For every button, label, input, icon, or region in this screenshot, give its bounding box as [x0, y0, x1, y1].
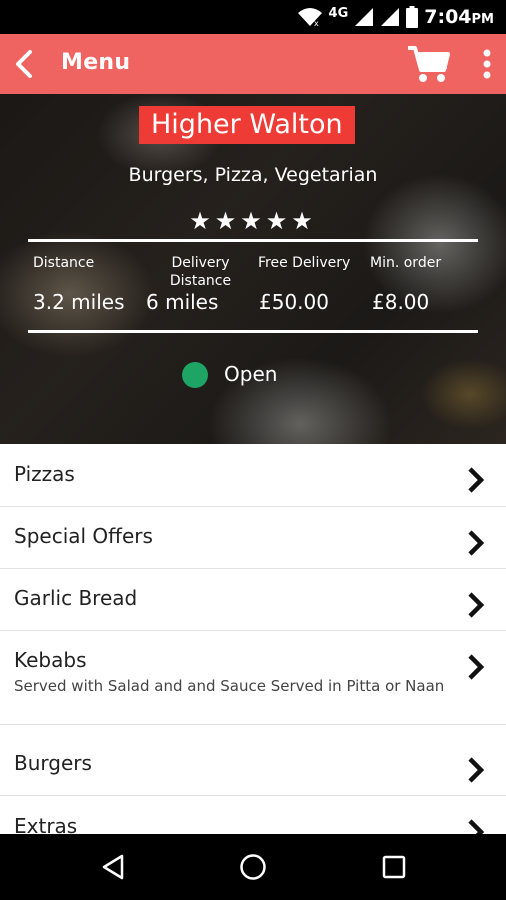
app-bar: Menu: [0, 34, 506, 94]
menu-item-label: Burgers: [14, 751, 92, 775]
network-type: 4G: [328, 5, 349, 21]
signal-icon: [381, 8, 400, 26]
more-vert-icon[interactable]: [476, 48, 498, 80]
wifi-icon: x: [297, 8, 322, 27]
menu-item-description: Served with Salad and and Sauce Served i…: [14, 677, 445, 695]
status-bar: x 4G 7:04PM: [0, 0, 506, 34]
menu-item-special-offers[interactable]: Special Offers: [0, 507, 506, 569]
stat-label-min-order: Min. order: [370, 255, 442, 271]
menu-item-extras[interactable]: Extras: [0, 796, 506, 834]
status-time: 7:04PM: [424, 6, 494, 28]
stat-label-free-delivery: Free Delivery: [258, 255, 351, 271]
restaurant-cuisine: Burgers, Pizza, Vegetarian: [128, 164, 378, 186]
chevron-right-icon: [468, 592, 485, 618]
stat-value-min-order: £8.00: [372, 290, 430, 314]
open-status-dot: [182, 362, 208, 388]
recents-square-icon[interactable]: [381, 854, 407, 880]
svg-text:x: x: [314, 19, 319, 27]
open-status-text: Open: [224, 362, 278, 386]
menu-item-pizzas[interactable]: Pizzas: [0, 444, 506, 507]
menu-item-label: Pizzas: [14, 462, 75, 486]
stat-label-delivery-distance: Delivery Distance: [169, 255, 232, 289]
signal-icon: [355, 8, 374, 26]
restaurant-header: Higher Walton Burgers, Pizza, Vegetarian…: [0, 94, 506, 444]
divider: [28, 330, 478, 333]
battery-icon: [406, 6, 419, 28]
menu-item-label: Special Offers: [14, 524, 153, 548]
cart-icon[interactable]: [406, 44, 450, 84]
restaurant-name: Higher Walton: [139, 106, 355, 144]
stat-value-delivery-distance: 6 miles: [146, 290, 219, 314]
back-triangle-icon[interactable]: [100, 853, 126, 881]
chevron-right-icon: [468, 757, 485, 783]
chevron-right-icon: [468, 530, 485, 556]
menu-item-label: Extras: [14, 814, 78, 834]
menu-item-label: Garlic Bread: [14, 586, 138, 610]
divider: [28, 239, 478, 242]
stat-value-distance: 3.2 miles: [33, 290, 125, 314]
chevron-right-icon: [468, 819, 485, 834]
menu-category-list: Pizzas Special Offers Garlic Bread Kebab…: [0, 444, 506, 834]
rating-stars: ★★★★★: [189, 207, 317, 235]
page-title: Menu: [61, 50, 131, 75]
stat-value-free-delivery: £50.00: [259, 290, 329, 314]
chevron-right-icon: [468, 467, 485, 493]
menu-item-garlic-bread[interactable]: Garlic Bread: [0, 569, 506, 631]
stat-label-distance: Distance: [33, 255, 95, 271]
system-nav-bar: [0, 834, 506, 900]
chevron-right-icon: [468, 654, 485, 680]
back-arrow-icon[interactable]: [10, 49, 40, 79]
menu-item-kebabs[interactable]: Kebabs Served with Salad and and Sauce S…: [0, 631, 506, 725]
menu-item-burgers[interactable]: Burgers: [0, 725, 506, 796]
home-circle-icon[interactable]: [239, 853, 267, 881]
menu-item-label: Kebabs: [14, 648, 87, 672]
